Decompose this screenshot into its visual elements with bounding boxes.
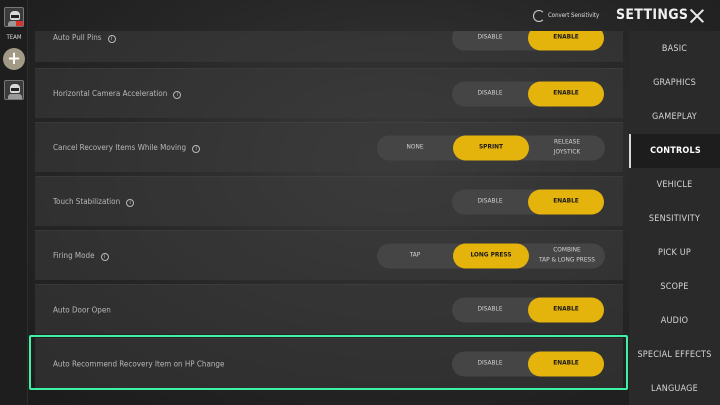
option-toggle: DISABLE ENABLE [452,81,604,106]
info-icon[interactable]: i [192,144,201,153]
teammate-avatar[interactable] [4,80,24,100]
setting-row: Touch Stabilization i DISABLE ENABLE [35,176,623,226]
setting-label: Horizontal Camera Acceleration i [53,88,182,99]
sidebar-item-special-effects[interactable]: SPECIAL EFFECTS [629,338,720,372]
sidebar-item-scope[interactable]: SCOPE [629,270,720,304]
option-toggle: DISABLE ENABLE [452,189,604,214]
sidebar-item-vehicle[interactable]: VEHICLE [629,168,720,202]
info-icon[interactable]: i [107,34,116,43]
info-icon[interactable]: i [100,252,109,261]
setting-label-text: Horizontal Camera Acceleration [53,88,168,98]
setting-label: Firing Mode i [53,251,109,261]
setting-row: Cancel Recovery Items While Moving i NONE S… [35,122,623,172]
option-toggle: DISABLE ENABLE [452,297,604,322]
setting-label: Cancel Recovery Items While Moving i [53,142,201,153]
sidebar-item-graphics[interactable]: GRAPHICS [629,66,720,100]
highlight-outline [29,335,628,390]
option-disable[interactable]: DISABLE [452,31,528,50]
sidebar-item-basic[interactable]: BASIC [629,32,720,66]
player-avatar[interactable] [4,7,24,27]
sidebar-item-pick-up[interactable]: PICK UP [629,236,720,270]
add-teammate-button[interactable]: + [3,48,25,70]
setting-label-text: Firing Mode [53,250,95,260]
sidebar-item-gameplay[interactable]: GAMEPLAY [629,100,720,134]
setting-label: Auto Door Open [53,305,111,314]
sidebar-item-audio[interactable]: AUDIO [629,304,720,338]
setting-label-text: Auto Pull Pins [53,32,102,42]
option-enable[interactable]: ENABLE [528,31,604,50]
setting-row: Firing Mode i TAP LONG PRESS COMBINE TAP & L… [35,230,623,280]
info-icon[interactable]: i [126,198,135,207]
sidebar-item-controls[interactable]: CONTROLS [629,134,720,168]
convert-sensitivity-icon[interactable] [533,10,545,22]
setting-label: Touch Stabilization i [53,196,135,207]
option-disable[interactable]: DISABLE [452,189,528,214]
convert-sensitivity-button[interactable]: Convert Sensitivity [548,12,599,19]
close-icon[interactable] [689,8,705,24]
settings-sidebar: BASIC GRAPHICS GAMEPLAY CONTROLS VEHICLE SENS… [629,31,720,405]
sidebar-item-sensitivity[interactable]: SENSITIVITY [629,202,720,236]
setting-row: Horizontal Camera Acceleration i DISABLE EN… [35,68,623,118]
option-sprint[interactable]: SPRINT [453,135,529,160]
setting-label-text: Cancel Recovery Items While Moving [53,142,187,152]
setting-row: Auto Pull Pins i DISABLE ENABLE [35,31,623,62]
option-enable[interactable]: ENABLE [528,81,604,106]
page-title: SETTINGS [616,7,689,23]
team-strip: TEAM + [0,0,28,405]
option-disable[interactable]: DISABLE [452,297,528,322]
team-label: TEAM [6,34,22,41]
option-disable[interactable]: DISABLE [452,81,528,106]
option-toggle: DISABLE ENABLE [452,31,604,50]
option-none[interactable]: NONE [377,135,453,160]
option-toggle: TAP LONG PRESS COMBINE TAP & LONG PRESS [377,243,605,268]
option-toggle: NONE SPRINT RELEASE JOYSTICK [377,135,605,160]
option-release[interactable]: RELEASE JOYSTICK [529,135,605,160]
setting-row: Auto Door Open DISABLE ENABLE [35,284,623,334]
setting-label: Auto Pull Pins i [53,33,116,43]
sidebar-item-language[interactable]: LANGUAGE [629,372,720,405]
option-enable[interactable]: ENABLE [528,297,604,322]
option-long-press[interactable]: LONG PRESS [453,243,529,268]
header: Convert Sensitivity SETTINGS [28,0,720,34]
setting-label-text: Auto Door Open [53,305,111,314]
info-icon[interactable]: i [173,90,182,99]
option-enable[interactable]: ENABLE [528,189,604,214]
setting-label-text: Touch Stabilization [53,196,121,206]
option-combine[interactable]: COMBINE TAP & LONG PRESS [529,243,605,268]
option-tap[interactable]: TAP [377,243,453,268]
